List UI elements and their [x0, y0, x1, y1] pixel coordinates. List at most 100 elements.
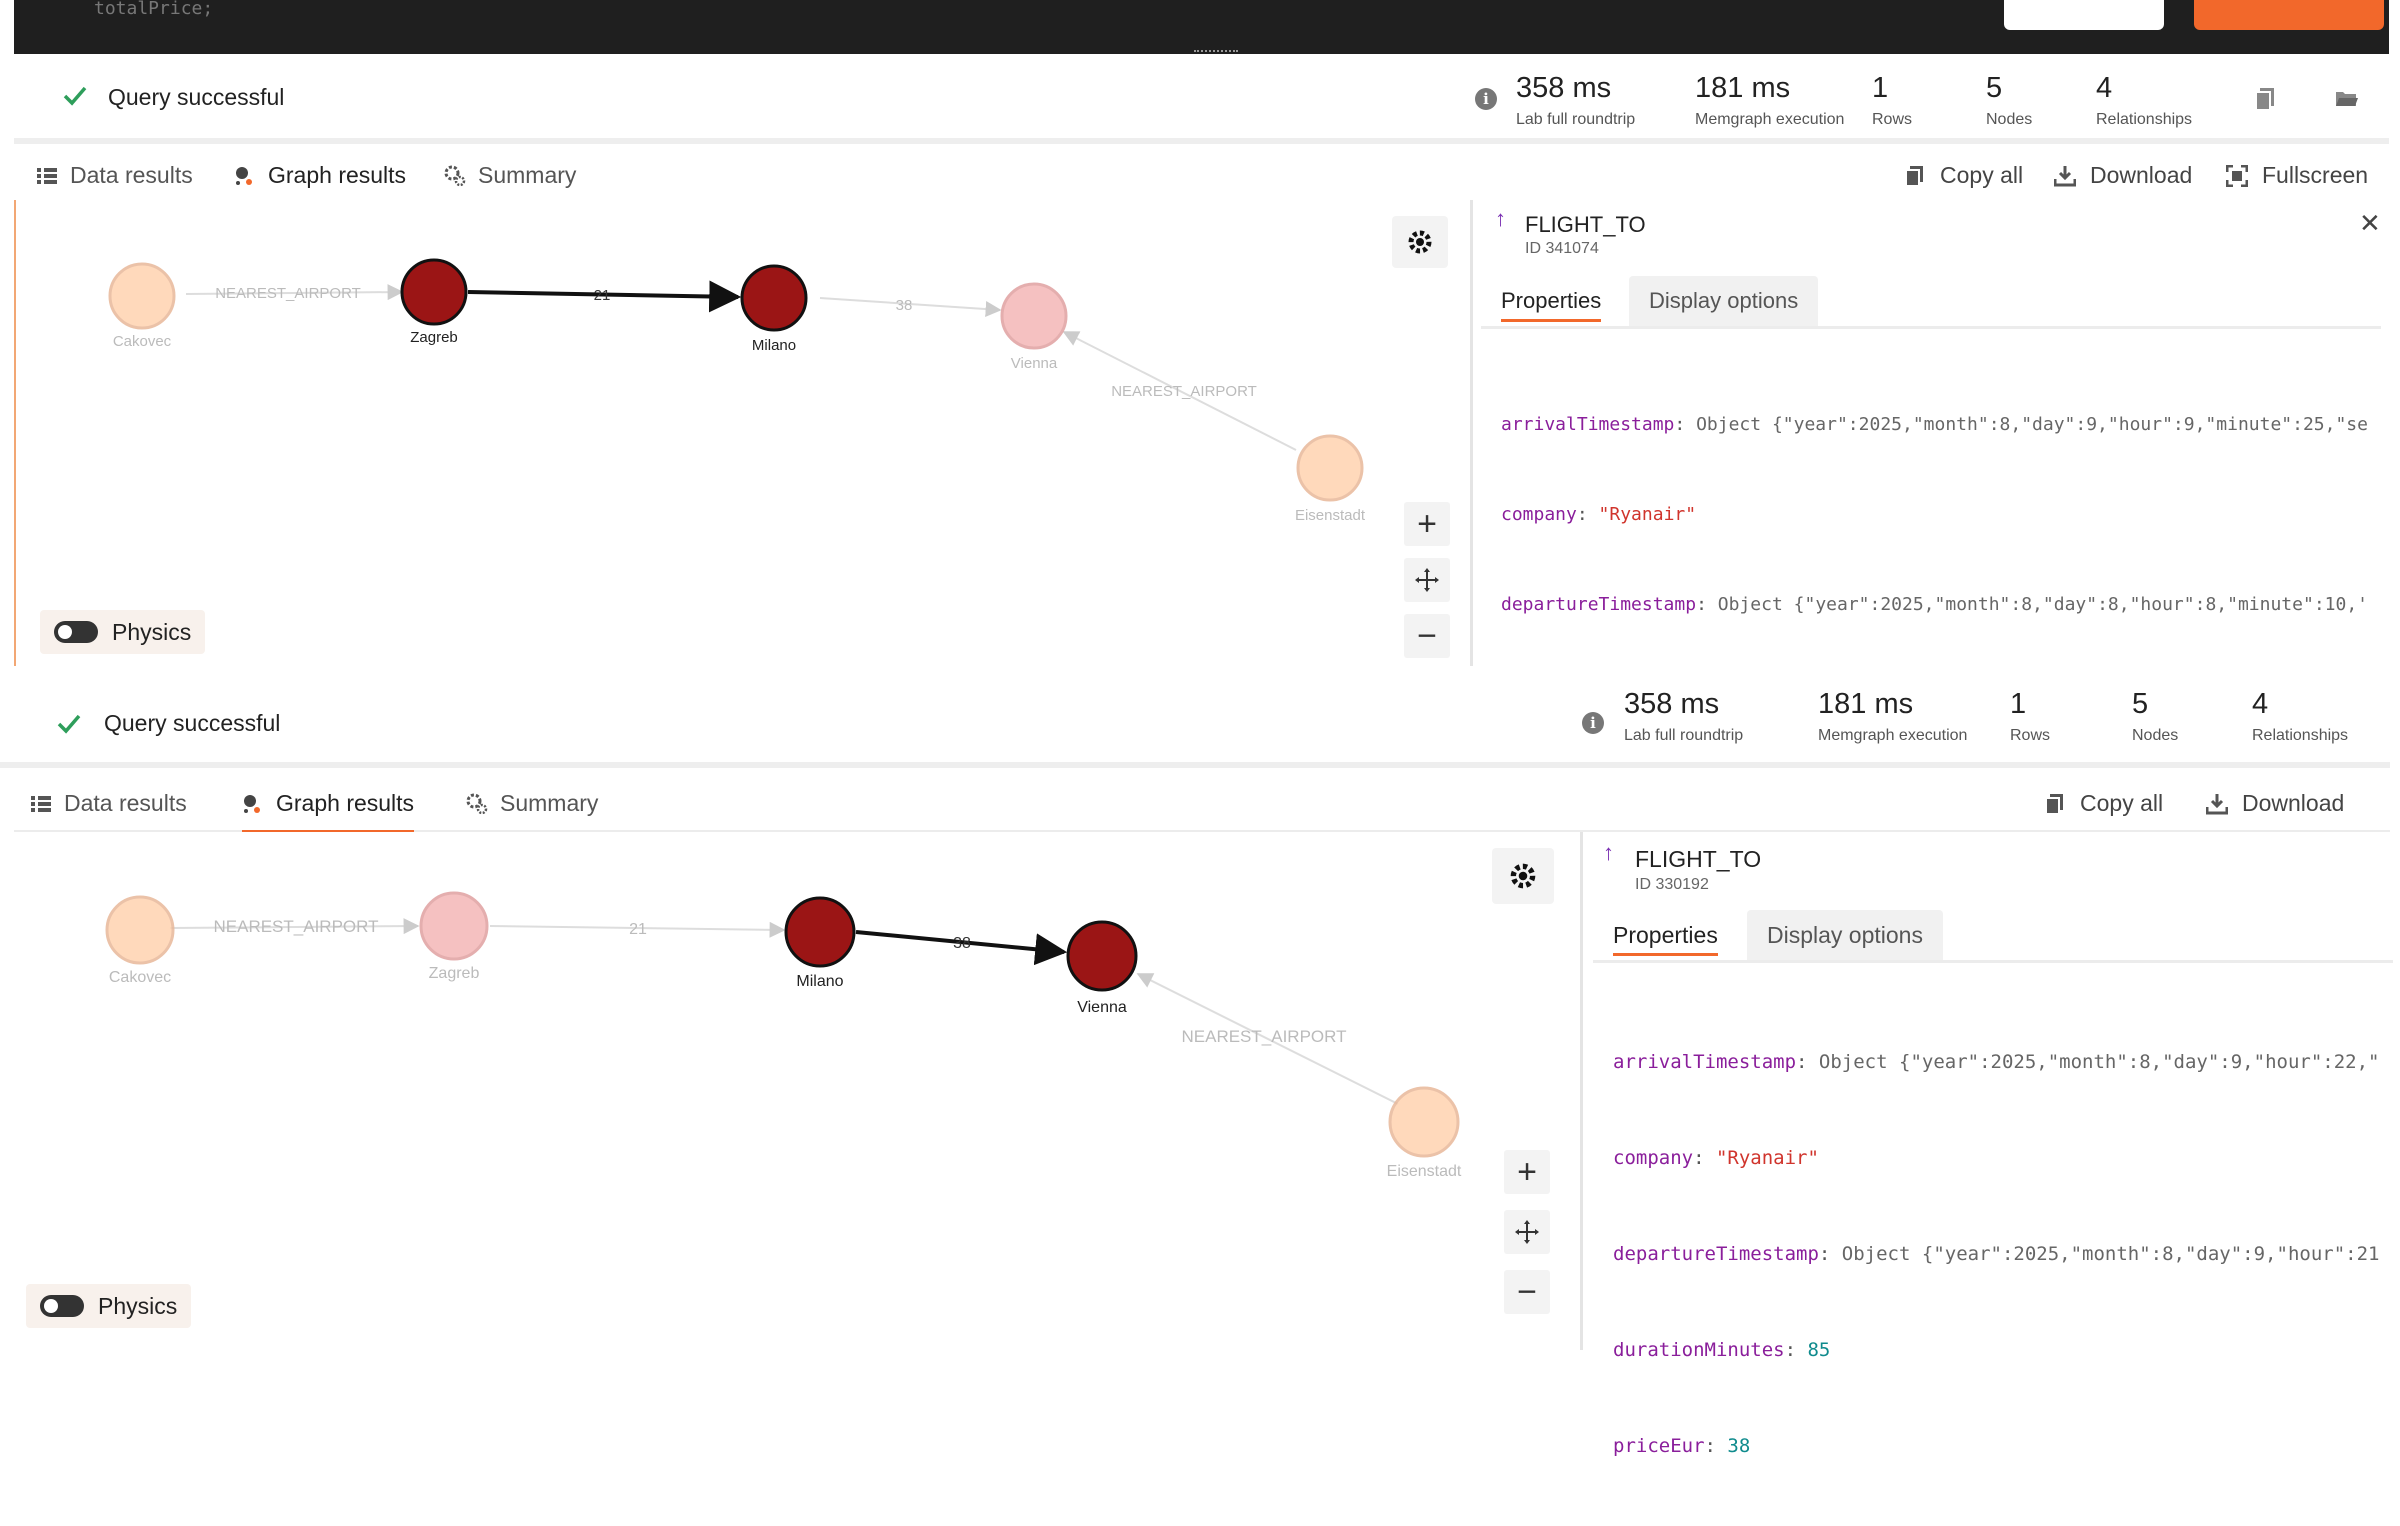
move-icon: [1415, 568, 1439, 592]
copy-icon: [2045, 793, 2063, 815]
node-zagreb[interactable]: Zagreb: [419, 891, 489, 982]
tab-graph-results[interactable]: Graph results: [242, 790, 415, 833]
edge-label: 21: [594, 287, 611, 304]
svg-text:Milano: Milano: [752, 337, 796, 354]
graph-settings-button[interactable]: [1392, 216, 1448, 268]
result-panel-2: Query successful i 358 ms Lab full roundt…: [0, 668, 2393, 1457]
fullscreen-button[interactable]: Fullscreen: [2226, 162, 2368, 189]
graph-settings-button[interactable]: [1492, 848, 1554, 904]
tab-properties[interactable]: Properties: [1593, 910, 1738, 960]
move-icon: [1515, 1220, 1539, 1244]
tab-properties[interactable]: Properties: [1481, 276, 1622, 326]
node-milano[interactable]: Milano: [784, 896, 856, 990]
status-row: Query successful i 358 ms Lab full roundt…: [0, 668, 2390, 768]
copy-all-button[interactable]: Copy all: [2044, 790, 2163, 817]
open-folder-icon[interactable]: [2334, 86, 2358, 112]
tab-display-options[interactable]: Display options: [1747, 910, 1943, 960]
metric-relationships: 4 Relationships: [2096, 72, 2193, 128]
node-milano[interactable]: Milano: [740, 264, 808, 354]
relationship-panel: ↑ FLIGHT_TO ID 330192 Properties Display…: [1580, 832, 2393, 1457]
svg-text:Zagreb: Zagreb: [429, 965, 480, 982]
zoom-out-button[interactable]: −: [1504, 1270, 1550, 1314]
copy-icon: [1905, 165, 1923, 187]
tab-data-results[interactable]: Data results: [36, 162, 193, 189]
node-cakovec[interactable]: Cakovec: [105, 895, 175, 986]
property-tabs: Properties Display options: [1593, 910, 2393, 960]
relationship-type: FLIGHT_TO: [1635, 846, 1762, 872]
status-message: Query successful: [104, 710, 281, 736]
zoom-in-button[interactable]: +: [1404, 502, 1450, 546]
zoom-in-button[interactable]: +: [1504, 1150, 1550, 1194]
node-zagreb[interactable]: Zagreb: [400, 258, 468, 346]
graph-canvas[interactable]: NEAREST_AIRPORT 21 38 NEAREST_AIRPORT Ca…: [14, 832, 1580, 1350]
close-icon[interactable]: ✕: [2359, 208, 2381, 239]
toggle-switch[interactable]: [54, 621, 98, 643]
svg-text:Zagreb: Zagreb: [410, 329, 458, 346]
tab-data-results[interactable]: Data results: [30, 790, 187, 817]
gear-icon: [1408, 230, 1432, 254]
fit-view-button[interactable]: [1504, 1210, 1550, 1254]
edge-zagreb-milano[interactable]: 21: [489, 921, 786, 938]
edge-label: 21: [629, 921, 647, 938]
edge-cakovec-zagreb[interactable]: NEAREST_AIRPORT: [169, 917, 420, 936]
relationship-id: ID 330192: [1635, 876, 1709, 893]
gears-icon: [444, 165, 466, 186]
physics-toggle[interactable]: Physics: [26, 1284, 192, 1328]
status-row: Query successful i 358 ms Lab full roundt…: [14, 54, 2389, 144]
property-tabs: Properties Display options: [1481, 276, 2381, 326]
minus-icon: −: [1517, 1273, 1537, 1311]
relationship-arrow-icon: ↑: [1603, 840, 1614, 865]
copy-query-icon[interactable]: [2254, 86, 2278, 112]
property-row: departureTimestamp: Object {"year":2025,…: [1613, 1243, 2380, 1265]
node-vienna[interactable]: Vienna: [1000, 282, 1068, 372]
list-icon: [31, 795, 51, 812]
download-icon: [2054, 165, 2076, 186]
download-button[interactable]: Download: [2054, 162, 2192, 189]
graph-icon: [244, 794, 260, 813]
minus-icon: −: [1417, 617, 1437, 655]
tab-summary[interactable]: Summary: [444, 162, 576, 189]
toggle-switch[interactable]: [40, 1295, 84, 1317]
download-icon: [2206, 793, 2228, 814]
edge-label: NEAREST_AIRPORT: [1111, 383, 1257, 400]
download-button[interactable]: Download: [2206, 790, 2344, 817]
node-eisenstadt[interactable]: Eisenstadt: [1387, 1086, 1462, 1180]
editor-code-line: totalPrice;: [94, 0, 214, 19]
node-cakovec[interactable]: Cakovec: [108, 262, 176, 350]
fullscreen-icon: [2226, 164, 2248, 187]
editor-secondary-button[interactable]: [2004, 0, 2164, 30]
tab-display-options[interactable]: Display options: [1629, 276, 1819, 326]
edge-label: NEAREST_AIRPORT: [1181, 1027, 1346, 1046]
relationship-panel: ↑ FLIGHT_TO ID 341074 ✕ Properties Displ…: [1470, 200, 2392, 795]
zoom-out-button[interactable]: −: [1404, 614, 1450, 658]
svg-text:Cakovec: Cakovec: [109, 969, 171, 986]
physics-toggle[interactable]: Physics: [40, 610, 206, 654]
svg-text:Cakovec: Cakovec: [113, 333, 172, 350]
info-icon[interactable]: i: [1582, 712, 1604, 734]
fit-view-button[interactable]: [1404, 558, 1450, 602]
tab-summary[interactable]: Summary: [466, 790, 598, 817]
info-icon[interactable]: i: [1475, 88, 1497, 110]
tab-graph-results[interactable]: Graph results: [234, 162, 407, 205]
property-row: arrivalTimestamp: Object {"year":2025,"m…: [1501, 414, 2368, 435]
copy-all-button[interactable]: Copy all: [1904, 162, 2023, 189]
edge-cakovec-zagreb[interactable]: NEAREST_AIRPORT: [185, 284, 404, 302]
edge-eisenstadt-vienna[interactable]: NEAREST_AIRPORT: [1062, 331, 1297, 451]
graph-canvas[interactable]: NEAREST_AIRPORT 21 38 NEAREST_AIRPORT Ca…: [14, 200, 1472, 666]
metric-relationships: 4 Relationships: [2252, 688, 2349, 744]
metric-rows: 1 Rows: [1872, 72, 1913, 128]
plus-icon: +: [1417, 505, 1437, 543]
node-vienna[interactable]: Vienna: [1066, 920, 1138, 1016]
svg-text:Milano: Milano: [796, 973, 843, 990]
edge-milano-vienna[interactable]: 38: [855, 930, 1068, 966]
edge-eisenstadt-vienna[interactable]: NEAREST_AIRPORT: [1136, 973, 1399, 1105]
edge-zagreb-milano[interactable]: 21: [467, 280, 742, 313]
metric-rows: 1 Rows: [2010, 688, 2051, 744]
metric-execution: 181 ms Memgraph execution: [1695, 72, 1845, 128]
edge-milano-vienna[interactable]: 38: [819, 297, 1002, 318]
node-eisenstadt[interactable]: Eisenstadt: [1295, 434, 1366, 524]
run-query-button[interactable]: [2194, 0, 2384, 30]
check-icon: [57, 714, 81, 734]
gears-icon: [466, 793, 488, 814]
check-icon: [63, 86, 87, 106]
